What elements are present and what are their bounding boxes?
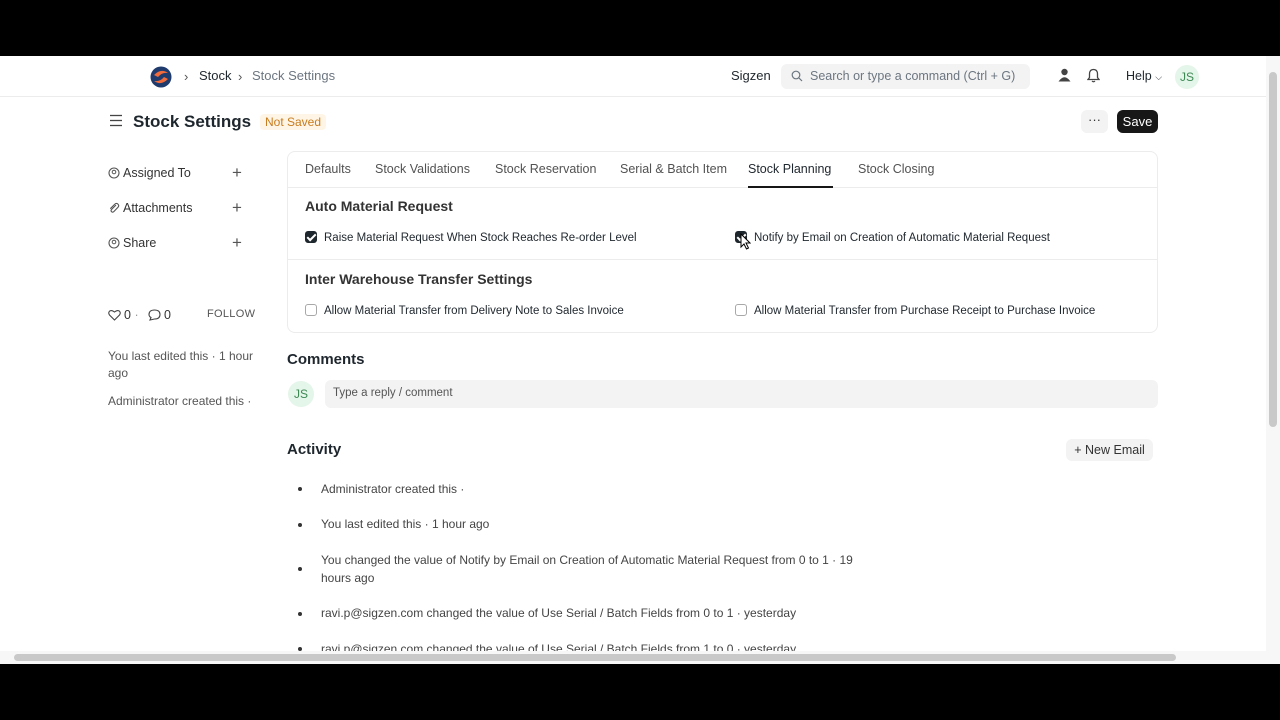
chevron-right-icon: ›: [238, 69, 243, 84]
activity-heading: Activity: [287, 441, 342, 458]
app-logo-icon[interactable]: [150, 66, 172, 88]
sidebar-attachments[interactable]: Attachments: [108, 201, 192, 215]
status-badge: Not Saved: [260, 114, 327, 130]
section-title-auto-material: Auto Material Request: [305, 198, 453, 214]
section-divider: [288, 259, 1157, 260]
breadcrumb-stock-settings[interactable]: Stock Settings: [252, 68, 335, 83]
like-counter[interactable]: 0 ·: [108, 308, 139, 322]
active-tab-indicator: [748, 186, 833, 188]
user-avatar[interactable]: JS: [1175, 65, 1199, 89]
add-assignee-icon[interactable]: +: [232, 164, 242, 181]
timeline-dot: [298, 612, 302, 616]
help-menu[interactable]: Help ⌵: [1126, 69, 1162, 83]
vertical-scrollbar[interactable]: [1266, 56, 1280, 664]
horizontal-scroll-thumb[interactable]: [14, 654, 1176, 661]
tab-stock-closing[interactable]: Stock Closing: [858, 162, 934, 176]
chevron-down-icon: ⌵: [1155, 72, 1163, 82]
tab-serial-batch-item[interactable]: Serial & Batch Item: [620, 162, 727, 176]
chevron-right-icon: ›: [184, 69, 189, 84]
more-actions-button[interactable]: ···: [1081, 110, 1108, 133]
user-assign-icon: [108, 167, 120, 179]
search-bar[interactable]: Search or type a command (Ctrl + G): [781, 64, 1030, 89]
plus-icon: +: [1074, 443, 1082, 457]
sidebar-share[interactable]: Share: [108, 236, 156, 250]
hamburger-icon[interactable]: [109, 114, 123, 127]
search-icon: [791, 70, 803, 82]
tab-stock-validations[interactable]: Stock Validations: [375, 162, 470, 176]
search-placeholder: Search or type a command (Ctrl + G): [810, 69, 1016, 83]
navbar: › Stock › Stock Settings Sigzen Search o…: [0, 56, 1266, 97]
timeline-dot: [298, 567, 302, 571]
user-icon[interactable]: [1058, 68, 1071, 82]
tab-defaults[interactable]: Defaults: [305, 162, 351, 176]
comments-heading: Comments: [287, 351, 365, 368]
comment-placeholder: Type a reply / comment: [333, 387, 453, 399]
timeline-dot: [298, 487, 302, 491]
add-share-icon[interactable]: +: [232, 234, 242, 251]
timeline-dot: [298, 523, 302, 527]
brand-name: Sigzen: [731, 68, 771, 83]
sidebar-created: Administrator created this ·: [108, 394, 252, 408]
comment-avatar: JS: [288, 381, 314, 407]
delivery-to-sales-checkbox[interactable]: Allow Material Transfer from Delivery No…: [305, 304, 624, 317]
comment-input[interactable]: Type a reply / comment: [325, 380, 1158, 408]
bell-icon[interactable]: [1087, 68, 1100, 83]
comment-icon: [148, 309, 161, 321]
horizontal-scrollbar[interactable]: [0, 651, 1266, 664]
app-viewport: › Stock › Stock Settings Sigzen Search o…: [0, 56, 1280, 664]
comment-counter[interactable]: 0: [148, 308, 171, 322]
new-email-button[interactable]: + New Email: [1066, 439, 1153, 461]
sidebar-last-edited: You last edited this · 1 hour ago: [108, 349, 253, 380]
tab-bar: Defaults Stock Validations Stock Reserva…: [288, 152, 1157, 188]
vertical-scroll-thumb[interactable]: [1269, 72, 1277, 427]
mouse-cursor-icon: [740, 233, 751, 250]
paperclip-icon: [109, 202, 120, 213]
checkbox-checked[interactable]: [305, 231, 317, 243]
checkbox-unchecked[interactable]: [305, 304, 317, 316]
receipt-to-purchase-checkbox[interactable]: Allow Material Transfer from Purchase Re…: [735, 304, 1095, 317]
section-title-inter-warehouse: Inter Warehouse Transfer Settings: [305, 271, 533, 287]
settings-form-card: Defaults Stock Validations Stock Reserva…: [287, 151, 1158, 333]
tab-stock-reservation[interactable]: Stock Reservation: [495, 162, 596, 176]
add-attachment-icon[interactable]: +: [232, 199, 242, 216]
breadcrumb-stock[interactable]: Stock: [199, 68, 232, 83]
activity-item: You changed the value of Notify by Email…: [321, 553, 853, 585]
follow-button[interactable]: FOLLOW: [207, 308, 255, 320]
heart-icon: [108, 309, 121, 321]
activity-item: You last edited this · 1 hour ago: [321, 517, 490, 531]
sidebar-assigned-to[interactable]: Assigned To: [108, 166, 191, 180]
tab-stock-planning[interactable]: Stock Planning: [748, 162, 831, 176]
page-title: Stock Settings: [133, 112, 252, 131]
raise-material-request-checkbox[interactable]: Raise Material Request When Stock Reache…: [305, 231, 637, 244]
activity-item: ravi.p@sigzen.com changed the value of U…: [321, 606, 797, 620]
checkbox-unchecked[interactable]: [735, 304, 747, 316]
share-icon: [108, 237, 120, 249]
save-button[interactable]: Save: [1117, 110, 1158, 133]
activity-item: Administrator created this ·: [321, 482, 465, 496]
notify-email-checkbox[interactable]: Notify by Email on Creation of Automatic…: [735, 231, 1050, 244]
